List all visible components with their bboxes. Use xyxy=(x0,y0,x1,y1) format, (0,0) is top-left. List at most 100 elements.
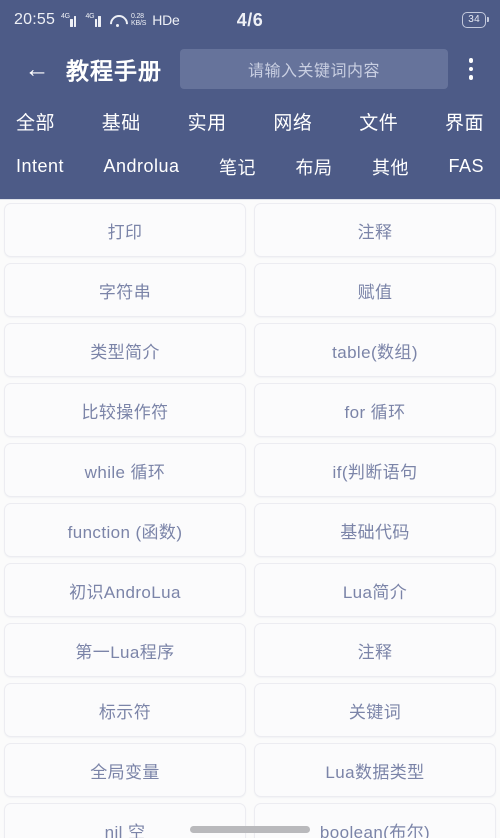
tutorial-item-label: 赋值 xyxy=(357,282,393,302)
search-input[interactable]: 请输入关键词内容 xyxy=(180,49,448,89)
tutorial-grid: 打印 注释 字符串 赋值 类型简介 table(数组) 比较操作符 for 循环 while 循… xyxy=(0,200,500,838)
signal-strength-icon-2: 4G xyxy=(85,12,105,27)
tutorial-item[interactable]: 比较操作符 xyxy=(4,383,246,437)
grid-cell: Lua数据类型 xyxy=(250,740,500,800)
tutorial-item[interactable]: 打印 xyxy=(4,203,246,257)
grid-cell: while 循环 xyxy=(0,440,250,500)
tutorial-item-label: 标示符 xyxy=(98,702,152,722)
category-tab-0[interactable]: 全部 xyxy=(10,106,61,137)
tutorial-item[interactable]: 全局变量 xyxy=(4,743,246,797)
category-tab-5[interactable]: 界面 xyxy=(439,106,490,137)
tutorial-item[interactable]: 字符串 xyxy=(4,263,246,317)
battery-icon: 34 xyxy=(462,11,489,29)
signal-1-label: 4G xyxy=(61,12,70,20)
tutorial-item[interactable]: 初识AndroLua xyxy=(4,563,246,617)
grid-cell: 基础代码 xyxy=(250,500,500,560)
tutorial-item[interactable]: if(判断语句 xyxy=(254,443,496,497)
tutorial-item[interactable]: 类型简介 xyxy=(4,323,246,377)
category-tab-secondary-3[interactable]: 布局 xyxy=(290,152,339,182)
grid-cell: 赋值 xyxy=(250,260,500,320)
category-tab-4[interactable]: 文件 xyxy=(353,106,404,137)
tutorial-item-label: 字符串 xyxy=(98,282,152,302)
tutorial-item-label: 比较操作符 xyxy=(81,402,169,422)
grid-cell: 类型简介 xyxy=(0,320,250,380)
phone-screen: 20:55 4G 4G 0.28 KB/S HDe 4/6 34 ← 教程手册 … xyxy=(0,0,500,838)
tutorial-item[interactable]: while 循环 xyxy=(4,443,246,497)
tutorial-item-label: if(判断语句 xyxy=(332,462,418,482)
category-tab-secondary-0[interactable]: Intent xyxy=(10,154,70,179)
grid-cell: 注释 xyxy=(250,200,500,260)
tutorial-item-label: Lua简介 xyxy=(342,582,408,602)
grid-cell: table(数组) xyxy=(250,320,500,380)
tutorial-item[interactable]: function (函数) xyxy=(4,503,246,557)
tutorial-item[interactable]: Lua简介 xyxy=(254,563,496,617)
grid-cell: 注释 xyxy=(250,620,500,680)
grid-cell: 打印 xyxy=(0,200,250,260)
tutorial-item-label: 打印 xyxy=(107,222,143,242)
category-tabs: 全部 基础 实用 网络 文件 界面 Intent Androlua 笔记 布局 其他 FAS xyxy=(0,98,500,199)
category-tab-1[interactable]: 基础 xyxy=(96,106,147,137)
search-placeholder: 请输入关键词内容 xyxy=(247,63,380,80)
overflow-menu-icon[interactable] xyxy=(454,49,488,89)
grid-cell: 初识AndroLua xyxy=(0,560,250,620)
tutorial-item-label: 注释 xyxy=(357,642,393,662)
tutorial-item-label: while 循环 xyxy=(84,462,166,482)
tutorial-item[interactable]: 关键词 xyxy=(254,683,496,737)
content-area: 打印 注释 字符串 赋值 类型简介 table(数组) 比较操作符 for 循环 while 循… xyxy=(0,199,500,838)
wifi-icon xyxy=(110,14,125,27)
tutorial-item-label: 全局变量 xyxy=(90,762,160,782)
back-arrow-icon[interactable]: ← xyxy=(20,52,54,86)
grid-cell: if(判断语句 xyxy=(250,440,500,500)
page-title: 教程手册 xyxy=(66,58,162,84)
signal-strength-icon-1: 4G xyxy=(61,12,80,27)
tutorial-item[interactable]: for 循环 xyxy=(254,383,496,437)
grid-cell: 标示符 xyxy=(0,680,250,740)
status-bar-left: 20:55 4G 4G 0.28 KB/S HDe xyxy=(14,11,180,29)
tutorial-item[interactable]: 第一Lua程序 xyxy=(4,623,246,677)
network-speed-indicator: 0.28 KB/S xyxy=(131,13,146,28)
category-tab-2[interactable]: 实用 xyxy=(182,106,233,137)
tutorial-item-label: 第一Lua程序 xyxy=(75,642,175,662)
tutorial-item-label: for 循环 xyxy=(344,402,406,422)
network-speed-value: 0.28 xyxy=(131,12,144,20)
home-indicator[interactable] xyxy=(190,826,310,833)
tutorial-item-label: Lua数据类型 xyxy=(325,762,425,782)
category-tab-secondary-5[interactable]: FAS xyxy=(442,154,490,179)
network-type-label: HDe xyxy=(152,12,180,28)
tutorial-item-label: nil 空 xyxy=(104,822,146,838)
grid-cell: 第一Lua程序 xyxy=(0,620,250,680)
grid-cell: 关键词 xyxy=(250,680,500,740)
status-clock: 20:55 xyxy=(14,11,56,28)
grid-cell: 全局变量 xyxy=(0,740,250,800)
network-speed-unit: KB/S xyxy=(131,20,147,27)
tutorial-item-label: 初识AndroLua xyxy=(69,582,181,602)
tutorial-item[interactable]: Lua数据类型 xyxy=(254,743,496,797)
grid-cell: 字符串 xyxy=(0,260,250,320)
category-tab-secondary-4[interactable]: 其他 xyxy=(366,152,415,182)
status-bar: 20:55 4G 4G 0.28 KB/S HDe 4/6 34 xyxy=(0,0,500,40)
tutorial-item[interactable]: 注释 xyxy=(254,203,496,257)
status-bar-right: 34 xyxy=(462,11,489,29)
app-bar: ← 教程手册 请输入关键词内容 xyxy=(0,40,500,98)
tutorial-item[interactable]: 赋值 xyxy=(254,263,496,317)
tutorial-item-label: 类型简介 xyxy=(90,342,160,362)
category-tab-secondary-1[interactable]: Androlua xyxy=(98,154,186,179)
tutorial-item[interactable]: 基础代码 xyxy=(254,503,496,557)
tutorial-item-label: table(数组) xyxy=(332,342,418,362)
tutorial-item-label: 基础代码 xyxy=(340,522,410,542)
tutorial-item-label: 注释 xyxy=(357,222,393,242)
tutorial-item-label: boolean(布尔) xyxy=(319,822,431,838)
grid-cell: 比较操作符 xyxy=(0,380,250,440)
category-tab-row-2: Intent Androlua 笔记 布局 其他 FAS xyxy=(10,144,490,189)
tutorial-item[interactable]: table(数组) xyxy=(254,323,496,377)
grid-cell: for 循环 xyxy=(250,380,500,440)
tutorial-item-label: function (函数) xyxy=(67,522,183,542)
category-tab-row-1: 全部 基础 实用 网络 文件 界面 xyxy=(10,98,490,144)
category-tab-3[interactable]: 网络 xyxy=(267,106,318,137)
tutorial-item[interactable]: 标示符 xyxy=(4,683,246,737)
tutorial-item[interactable]: 注释 xyxy=(254,623,496,677)
signal-2-label: 4G xyxy=(85,12,95,20)
category-tab-secondary-2[interactable]: 笔记 xyxy=(213,152,262,182)
grid-cell: Lua简介 xyxy=(250,560,500,620)
tutorial-item-label: 关键词 xyxy=(348,702,402,722)
